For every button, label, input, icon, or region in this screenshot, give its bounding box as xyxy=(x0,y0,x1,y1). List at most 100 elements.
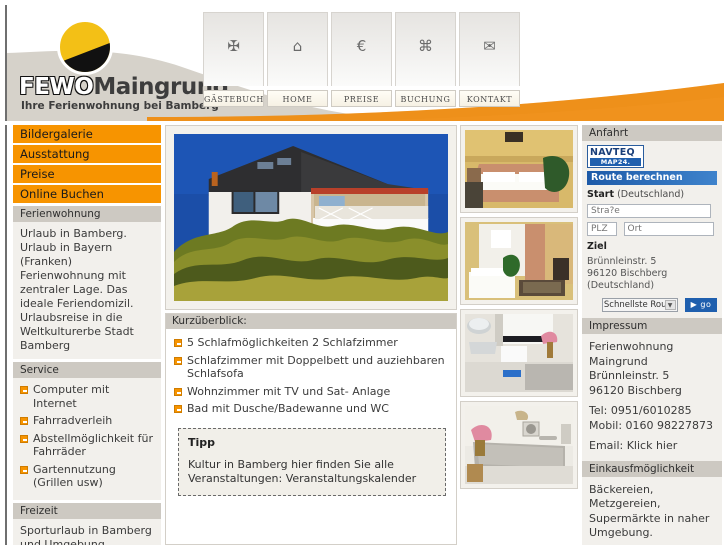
nav-label-kontakt[interactable]: KONTAKT xyxy=(459,90,520,107)
einkauf-text: Bäckereien, Metzgereien, Supermärkte in … xyxy=(589,482,710,540)
ziel-address-line1: Brünnleinstr. 5 xyxy=(587,256,657,267)
sidebar-item-ausstattung[interactable]: Ausstattung xyxy=(13,145,161,163)
nav-item-buchung[interactable]: ⌘ BUCHUNG xyxy=(395,12,456,112)
impressum-tel: Tel: 0951/6010285 xyxy=(589,404,692,417)
list-item[interactable]: Fahrradverleih xyxy=(20,414,154,428)
list-item[interactable]: Abstellmöglichkeit für Fahrräder xyxy=(20,432,154,459)
list-item[interactable]: Wohnzimmer mit TV und Sat- Anlage xyxy=(174,385,448,399)
impressum-body: Ferienwohnung Maingrund Brünnleinstr. 5 … xyxy=(582,334,722,461)
nav-label-buchung[interactable]: BUCHUNG xyxy=(395,90,456,107)
thumbnail-column xyxy=(460,125,580,493)
nav-label-preise[interactable]: PREISE xyxy=(331,90,392,107)
page-root: FEWOMaingrund Ihre Ferienwohnung bei Bam… xyxy=(0,0,727,545)
left-sidebar: Bildergalerie Ausstattung Preise Online … xyxy=(5,125,161,545)
list-item[interactable]: Gartennutzung (Grillen usw) xyxy=(20,463,154,490)
route-actions-row: Schnellste Route ▼ ▶ go xyxy=(587,298,717,312)
navteq-logo: NAVTEQ MAP24. xyxy=(587,145,644,168)
list-item-label: Fahrradverleih xyxy=(33,414,113,427)
nav-item-gaestebuch[interactable]: ✠ GÄSTEBUCH xyxy=(203,12,264,112)
list-item[interactable]: Schlafzimmer mit Doppelbett und auziehba… xyxy=(174,354,448,381)
list-item[interactable]: Bad mit Dusche/Badewanne und WC xyxy=(174,402,448,416)
overview-list: 5 Schlafmöglichkeiten 2 Schlafzimmer Sch… xyxy=(166,329,456,424)
impressum-line-2: Maingrund xyxy=(589,354,648,368)
bullet-arrow-icon xyxy=(20,434,28,443)
route-calc-bar: Route berechnen xyxy=(587,171,717,185)
section-title-freizeit: Freizeit xyxy=(13,502,161,519)
bullet-arrow-icon xyxy=(174,339,182,347)
center-content: Kurzüberblick: 5 Schlafmöglichkeiten 2 S… xyxy=(162,125,580,545)
euro-icon: € xyxy=(356,37,367,55)
list-item-label: 5 Schlafmöglichkeiten 2 Schlafzimmer xyxy=(187,336,398,349)
tipp-title: Tipp xyxy=(188,435,216,449)
list-item-label: Wohnzimmer mit TV und Sat- Anlage xyxy=(187,384,391,398)
logo-wordmark: FEWOMaingrund xyxy=(19,74,229,100)
nav-label-gaestebuch[interactable]: GÄSTEBUCH xyxy=(203,90,264,107)
main-house-photo-image xyxy=(174,134,448,301)
thumbnail-bathtub[interactable] xyxy=(460,401,578,489)
bullet-arrow-icon xyxy=(20,386,28,394)
navteq-logo-top: NAVTEQ xyxy=(590,147,635,158)
start-label-strong: Start xyxy=(587,189,615,200)
bullet-arrow-icon xyxy=(174,405,182,413)
page-body: Bildergalerie Ausstattung Preise Online … xyxy=(5,125,722,545)
chevron-down-icon[interactable]: ▼ xyxy=(664,300,676,310)
overview-title: Kurzüberblick: xyxy=(166,314,456,329)
header-inner: FEWOMaingrund Ihre Ferienwohnung bei Bam… xyxy=(5,5,724,121)
impressum-email[interactable]: Email: Klick hier xyxy=(589,439,715,454)
ziel-address: Brünnleinstr. 5 96120 Bischberg (Deutsch… xyxy=(587,256,717,292)
logo-tagline: Ihre Ferienwohnung bei Bamberg xyxy=(21,100,219,112)
overview-panel: Kurzüberblick: 5 Schlafmöglichkeiten 2 S… xyxy=(165,313,457,545)
sidebar-item-online-buchen[interactable]: Online Buchen xyxy=(13,185,161,203)
tipp-box: Tipp Kultur in Bamberg hier finden Sie a… xyxy=(178,427,446,496)
section-title-impressum: Impressum xyxy=(582,318,722,334)
einkauf-body: Bäckereien, Metzgereien, Supermärkte in … xyxy=(582,476,722,545)
thumbnail-bedroom-1[interactable] xyxy=(460,125,578,213)
start-label: Start (Deutschland) xyxy=(587,189,717,200)
route-planner-widget: NAVTEQ MAP24. Route berechnen Start (Deu… xyxy=(582,141,722,318)
ziel-label: Ziel xyxy=(587,241,607,252)
section-text-freizeit: Sporturlaub in Bamberg und Umgebung xyxy=(13,518,161,545)
plz-input[interactable] xyxy=(587,222,617,236)
list-item[interactable]: 5 Schlafmöglichkeiten 2 Schlafzimmer xyxy=(174,336,448,350)
start-label-country: (Deutschland) xyxy=(617,189,685,200)
bullet-arrow-icon xyxy=(20,465,28,474)
bullet-arrow-icon xyxy=(20,417,28,425)
right-sidebar: Anfahrt NAVTEQ MAP24. Route berechnen St… xyxy=(582,125,722,545)
site-header: FEWOMaingrund Ihre Ferienwohnung bei Bam… xyxy=(0,0,727,125)
ort-input[interactable] xyxy=(623,222,714,236)
site-logo[interactable]: FEWOMaingrund Ihre Ferienwohnung bei Bam… xyxy=(19,19,229,112)
impressum-line-4: 96120 Bischberg xyxy=(589,383,682,397)
go-button[interactable]: ▶ go xyxy=(685,298,717,312)
nav-item-kontakt[interactable]: ✉ KONTAKT xyxy=(459,12,520,112)
ziel-address-line2: 96120 Bischberg (Deutschland) xyxy=(587,268,668,291)
nav-item-preise[interactable]: € PREISE xyxy=(331,12,392,112)
list-item-label: Bad mit Dusche/Badewanne und WC xyxy=(187,402,389,415)
route-type-select[interactable]: Schnellste Route ▼ xyxy=(601,298,678,312)
plz-ort-row xyxy=(587,218,717,236)
street-input[interactable] xyxy=(587,204,711,218)
section-title-service: Service xyxy=(13,362,161,378)
section-title-ferienwohnung: Ferienwohnung xyxy=(13,206,161,222)
sun-logo-icon xyxy=(57,19,113,75)
tipp-text[interactable]: Kultur in Bamberg hier finden Sie alle V… xyxy=(188,458,436,486)
list-item[interactable]: Computer mit Internet xyxy=(20,383,154,410)
nav-item-home[interactable]: ⌂ HOME xyxy=(267,12,328,112)
main-house-photo[interactable] xyxy=(165,125,457,310)
nav-panel: ✉ xyxy=(459,12,520,86)
impressum-line-1: Ferienwohnung xyxy=(589,340,674,353)
navteq-logo-bottom: MAP24. xyxy=(590,158,641,166)
thumbnail-bathroom-sink[interactable] xyxy=(460,309,578,397)
sidebar-item-bildergalerie[interactable]: Bildergalerie xyxy=(13,125,161,143)
logo-word-fewo: FEWO xyxy=(19,74,94,100)
section-title-einkauf: Einkausfmöglichkeit xyxy=(582,460,722,477)
thumbnail-bedroom-2[interactable] xyxy=(460,217,578,305)
nav-panel: ⌘ xyxy=(395,12,456,86)
nav-label-home[interactable]: HOME xyxy=(267,90,328,107)
sidebar-item-preise[interactable]: Preise xyxy=(13,165,161,183)
section-list-service: Computer mit Internet Fahrradverleih Abs… xyxy=(13,378,161,500)
list-item-label: Abstellmöglichkeit für Fahrräder xyxy=(33,431,153,459)
section-title-anfahrt: Anfahrt xyxy=(582,125,722,141)
bullet-arrow-icon xyxy=(174,356,182,365)
list-item-label: Schlafzimmer mit Doppelbett und auziehba… xyxy=(187,353,445,381)
